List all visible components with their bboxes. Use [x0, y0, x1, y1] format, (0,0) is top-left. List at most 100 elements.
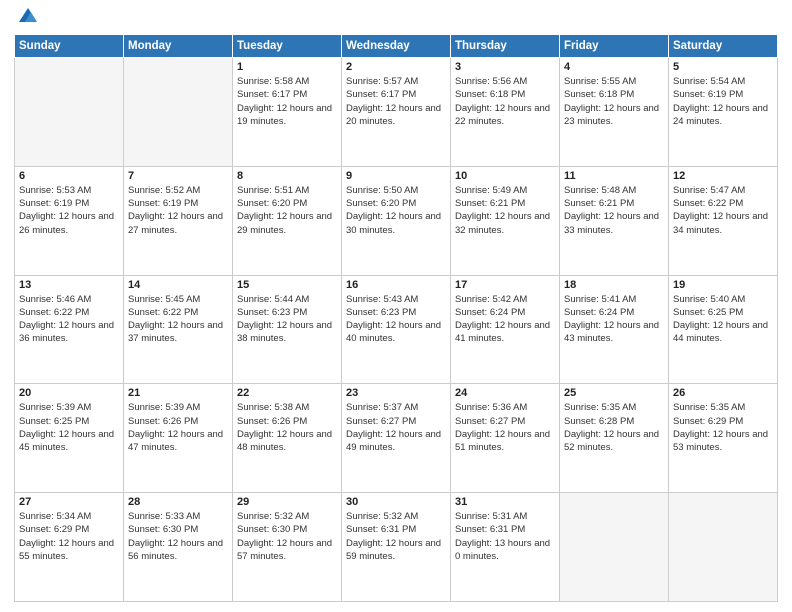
day-number: 9	[346, 170, 446, 182]
calendar-cell: 28 Sunrise: 5:33 AM Sunset: 6:30 PM Dayli…	[124, 493, 233, 602]
calendar-cell: 26 Sunrise: 5:35 AM Sunset: 6:29 PM Dayli…	[669, 384, 778, 493]
cell-info: Sunrise: 5:31 AM Sunset: 6:31 PM Dayligh…	[455, 510, 555, 563]
cell-info: Sunrise: 5:32 AM Sunset: 6:31 PM Dayligh…	[346, 510, 446, 563]
day-number: 6	[19, 170, 119, 182]
calendar-cell: 22 Sunrise: 5:38 AM Sunset: 6:26 PM Dayli…	[233, 384, 342, 493]
calendar-cell: 6Sunrise: 5:53 AM Sunset: 6:19 PM Daylig…	[15, 166, 124, 275]
cell-info: Sunrise: 5:41 AM Sunset: 6:24 PM Dayligh…	[564, 293, 664, 346]
calendar-cell: 13 Sunrise: 5:46 AM Sunset: 6:22 PM Dayli…	[15, 275, 124, 384]
cell-info: Sunrise: 5:45 AM Sunset: 6:22 PM Dayligh…	[128, 293, 228, 346]
calendar-cell: 20 Sunrise: 5:39 AM Sunset: 6:25 PM Dayli…	[15, 384, 124, 493]
calendar-day-header: Wednesday	[342, 35, 451, 58]
cell-info: Sunrise: 5:39 AM Sunset: 6:25 PM Dayligh…	[19, 401, 119, 454]
calendar-cell: 31 Sunrise: 5:31 AM Sunset: 6:31 PM Dayli…	[451, 493, 560, 602]
day-number: 20	[19, 387, 119, 399]
cell-info: Sunrise: 5:38 AM Sunset: 6:26 PM Dayligh…	[237, 401, 337, 454]
calendar-cell: 27 Sunrise: 5:34 AM Sunset: 6:29 PM Dayli…	[15, 493, 124, 602]
cell-info: Sunrise: 5:48 AM Sunset: 6:21 PM Dayligh…	[564, 184, 664, 237]
calendar-cell: 4 Sunrise: 5:55 AM Sunset: 6:18 PM Daylig…	[560, 58, 669, 167]
cell-info: Sunrise: 5:47 AM Sunset: 6:22 PM Dayligh…	[673, 184, 773, 237]
calendar-cell: 12 Sunrise: 5:47 AM Sunset: 6:22 PM Dayli…	[669, 166, 778, 275]
calendar-cell: 23 Sunrise: 5:37 AM Sunset: 6:27 PM Dayli…	[342, 384, 451, 493]
calendar-cell: 19 Sunrise: 5:40 AM Sunset: 6:25 PM Dayli…	[669, 275, 778, 384]
calendar-cell	[669, 493, 778, 602]
cell-info: Sunrise: 5:58 AM Sunset: 6:17 PM Dayligh…	[237, 75, 337, 128]
day-number: 23	[346, 387, 446, 399]
day-number: 5	[673, 61, 773, 73]
calendar-day-header: Thursday	[451, 35, 560, 58]
calendar-header-row: SundayMondayTuesdayWednesdayThursdayFrid…	[15, 35, 778, 58]
day-number: 3	[455, 61, 555, 73]
day-number: 14	[128, 279, 228, 291]
calendar-cell: 25 Sunrise: 5:35 AM Sunset: 6:28 PM Dayli…	[560, 384, 669, 493]
day-number: 19	[673, 279, 773, 291]
calendar-day-header: Tuesday	[233, 35, 342, 58]
calendar-week-row: 27 Sunrise: 5:34 AM Sunset: 6:29 PM Dayli…	[15, 493, 778, 602]
calendar-cell: 17Sunrise: 5:42 AM Sunset: 6:24 PM Dayli…	[451, 275, 560, 384]
day-number: 1	[237, 61, 337, 73]
cell-info: Sunrise: 5:51 AM Sunset: 6:20 PM Dayligh…	[237, 184, 337, 237]
cell-info: Sunrise: 5:55 AM Sunset: 6:18 PM Dayligh…	[564, 75, 664, 128]
cell-info: Sunrise: 5:54 AM Sunset: 6:19 PM Dayligh…	[673, 75, 773, 128]
calendar-table: SundayMondayTuesdayWednesdayThursdayFrid…	[14, 34, 778, 602]
day-number: 16	[346, 279, 446, 291]
day-number: 28	[128, 496, 228, 508]
day-number: 29	[237, 496, 337, 508]
cell-info: Sunrise: 5:46 AM Sunset: 6:22 PM Dayligh…	[19, 293, 119, 346]
cell-info: Sunrise: 5:52 AM Sunset: 6:19 PM Dayligh…	[128, 184, 228, 237]
calendar-cell: 7 Sunrise: 5:52 AM Sunset: 6:19 PM Daylig…	[124, 166, 233, 275]
day-number: 4	[564, 61, 664, 73]
day-number: 22	[237, 387, 337, 399]
cell-info: Sunrise: 5:57 AM Sunset: 6:17 PM Dayligh…	[346, 75, 446, 128]
cell-info: Sunrise: 5:34 AM Sunset: 6:29 PM Dayligh…	[19, 510, 119, 563]
day-number: 13	[19, 279, 119, 291]
day-number: 26	[673, 387, 773, 399]
cell-info: Sunrise: 5:50 AM Sunset: 6:20 PM Dayligh…	[346, 184, 446, 237]
calendar-cell: 3 Sunrise: 5:56 AM Sunset: 6:18 PM Daylig…	[451, 58, 560, 167]
calendar-cell: 24Sunrise: 5:36 AM Sunset: 6:27 PM Dayli…	[451, 384, 560, 493]
day-number: 12	[673, 170, 773, 182]
day-number: 27	[19, 496, 119, 508]
day-number: 7	[128, 170, 228, 182]
cell-info: Sunrise: 5:33 AM Sunset: 6:30 PM Dayligh…	[128, 510, 228, 563]
page: SundayMondayTuesdayWednesdayThursdayFrid…	[0, 0, 792, 612]
day-number: 25	[564, 387, 664, 399]
cell-info: Sunrise: 5:39 AM Sunset: 6:26 PM Dayligh…	[128, 401, 228, 454]
cell-info: Sunrise: 5:35 AM Sunset: 6:29 PM Dayligh…	[673, 401, 773, 454]
day-number: 21	[128, 387, 228, 399]
calendar-day-header: Monday	[124, 35, 233, 58]
calendar-cell: 29 Sunrise: 5:32 AM Sunset: 6:30 PM Dayli…	[233, 493, 342, 602]
calendar-cell: 8Sunrise: 5:51 AM Sunset: 6:20 PM Daylig…	[233, 166, 342, 275]
logo	[14, 12, 39, 26]
calendar-week-row: 20 Sunrise: 5:39 AM Sunset: 6:25 PM Dayli…	[15, 384, 778, 493]
day-number: 18	[564, 279, 664, 291]
calendar-cell: 1 Sunrise: 5:58 AM Sunset: 6:17 PM Daylig…	[233, 58, 342, 167]
calendar-day-header: Sunday	[15, 35, 124, 58]
calendar-cell: 30 Sunrise: 5:32 AM Sunset: 6:31 PM Dayli…	[342, 493, 451, 602]
calendar-week-row: 1 Sunrise: 5:58 AM Sunset: 6:17 PM Daylig…	[15, 58, 778, 167]
calendar-cell	[124, 58, 233, 167]
calendar-day-header: Saturday	[669, 35, 778, 58]
cell-info: Sunrise: 5:56 AM Sunset: 6:18 PM Dayligh…	[455, 75, 555, 128]
calendar-cell: 14 Sunrise: 5:45 AM Sunset: 6:22 PM Dayli…	[124, 275, 233, 384]
cell-info: Sunrise: 5:32 AM Sunset: 6:30 PM Dayligh…	[237, 510, 337, 563]
cell-info: Sunrise: 5:42 AM Sunset: 6:24 PM Dayligh…	[455, 293, 555, 346]
logo-icon	[17, 4, 39, 26]
calendar-cell: 18 Sunrise: 5:41 AM Sunset: 6:24 PM Dayli…	[560, 275, 669, 384]
calendar-cell	[15, 58, 124, 167]
cell-info: Sunrise: 5:40 AM Sunset: 6:25 PM Dayligh…	[673, 293, 773, 346]
cell-info: Sunrise: 5:49 AM Sunset: 6:21 PM Dayligh…	[455, 184, 555, 237]
day-number: 31	[455, 496, 555, 508]
calendar-cell: 15Sunrise: 5:44 AM Sunset: 6:23 PM Dayli…	[233, 275, 342, 384]
day-number: 24	[455, 387, 555, 399]
cell-info: Sunrise: 5:43 AM Sunset: 6:23 PM Dayligh…	[346, 293, 446, 346]
day-number: 15	[237, 279, 337, 291]
header	[14, 12, 778, 26]
day-number: 11	[564, 170, 664, 182]
calendar-week-row: 6Sunrise: 5:53 AM Sunset: 6:19 PM Daylig…	[15, 166, 778, 275]
calendar-cell: 10 Sunrise: 5:49 AM Sunset: 6:21 PM Dayli…	[451, 166, 560, 275]
day-number: 10	[455, 170, 555, 182]
cell-info: Sunrise: 5:37 AM Sunset: 6:27 PM Dayligh…	[346, 401, 446, 454]
cell-info: Sunrise: 5:35 AM Sunset: 6:28 PM Dayligh…	[564, 401, 664, 454]
day-number: 30	[346, 496, 446, 508]
